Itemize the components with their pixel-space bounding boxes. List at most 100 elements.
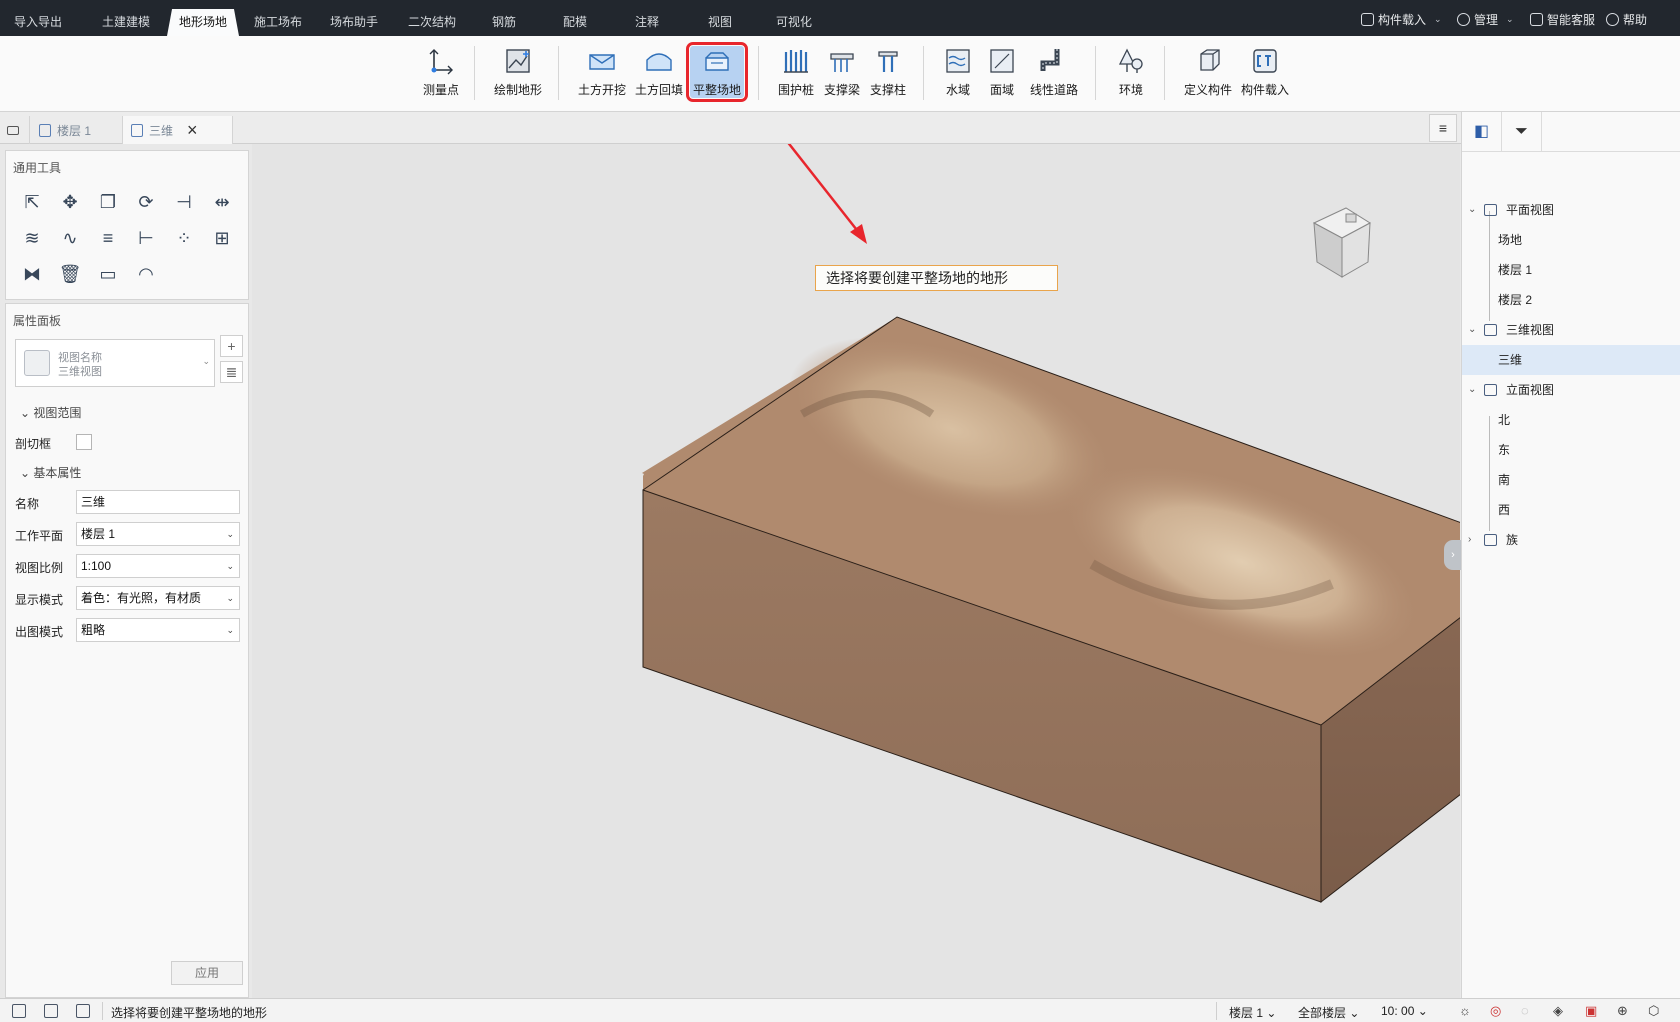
hamburger-menu-icon[interactable]: ≡ xyxy=(1429,114,1457,142)
tree-south[interactable]: 南 xyxy=(1462,465,1680,495)
tree-elevation-views[interactable]: ⌄ 立面视图 xyxy=(1462,375,1680,405)
workplane-select[interactable]: 楼层 1 ⌄ xyxy=(76,522,240,546)
display-mode-select[interactable]: 着色：有光照，有材质 ⌄ xyxy=(76,586,240,610)
view-cube-house-icon[interactable] xyxy=(1312,207,1371,278)
copy-icon[interactable]: ❐ xyxy=(96,190,120,214)
ruler-icon[interactable]: ▭ xyxy=(96,262,120,286)
render-icon[interactable]: ◈ xyxy=(1553,1003,1563,1019)
linear-road-button[interactable]: 线性道路 xyxy=(1027,46,1081,98)
tab-terrain-site[interactable]: 地形场地 xyxy=(167,9,239,36)
align-icon[interactable]: ⊣ xyxy=(172,190,196,214)
select-icon[interactable]: ⇱ xyxy=(20,190,44,214)
draw-terrain-icon xyxy=(506,49,530,73)
section-box-checkbox[interactable] xyxy=(76,434,92,450)
tree-east[interactable]: 东 xyxy=(1462,435,1680,465)
surface-area-button[interactable]: 面域 xyxy=(975,46,1029,98)
time-selector[interactable]: 10: 00 ⌄ xyxy=(1381,1004,1428,1018)
floor-selector[interactable]: 楼层 1 ⌄ xyxy=(1229,1004,1276,1021)
apply-button[interactable]: 应用 xyxy=(171,961,243,985)
protractor-icon[interactable]: ◠ xyxy=(134,262,158,286)
view-type-selector[interactable]: 视图名称 三维视图 ⌄ xyxy=(15,339,215,387)
light-bulb-icon[interactable]: ◌ xyxy=(1521,1003,1529,1018)
tree-floor-1[interactable]: 楼层 1 xyxy=(1462,255,1680,285)
level-site-button[interactable]: 平整场地 xyxy=(686,42,748,102)
elevation-view-icon xyxy=(1484,384,1497,396)
all-floors-selector[interactable]: 全部楼层 ⌄ xyxy=(1298,1004,1359,1021)
group-icon[interactable]: ⊞ xyxy=(210,226,234,250)
shadow-icon[interactable]: ◎ xyxy=(1490,1003,1501,1019)
trim-icon[interactable]: ⊢ xyxy=(134,226,158,250)
measure-point-button[interactable]: 测量点 xyxy=(414,46,468,98)
tab-layout-assistant[interactable]: 场布助手 xyxy=(318,9,390,36)
tab-floor-1[interactable]: 楼层 1 xyxy=(31,116,123,144)
tab-annotation[interactable]: 注释 xyxy=(617,9,677,36)
zoom-icon[interactable]: ⊕ xyxy=(1617,1003,1628,1019)
tree-family[interactable]: › 族 xyxy=(1462,525,1680,555)
load-component-menu[interactable]: 构件载入 ⌄ xyxy=(1361,10,1442,28)
chevron-down-icon: ⌄ xyxy=(1434,13,1442,24)
property-panel-title: 属性面板 xyxy=(13,314,62,328)
tab-site-layout[interactable]: 施工场布 xyxy=(244,9,312,36)
section-icon[interactable]: ▣ xyxy=(1585,1003,1597,1019)
manage-menu[interactable]: 管理 ⌄ xyxy=(1457,10,1514,28)
backfill-button[interactable]: 土方回填 xyxy=(632,46,686,98)
load-component-button[interactable]: 构件载入 xyxy=(1238,46,1292,98)
draw-terrain-button[interactable]: 绘制地形 xyxy=(491,46,545,98)
name-field[interactable]: 三维 xyxy=(76,490,240,514)
basic-properties-group[interactable]: ⌄ 基本属性 xyxy=(6,459,248,487)
tab-view[interactable]: 视图 xyxy=(690,9,750,36)
cube-view-icon[interactable]: ⬡ xyxy=(1648,1003,1659,1019)
document-tabs: 楼层 1 三维 × xyxy=(0,112,1466,144)
rotate-icon[interactable]: ⟳ xyxy=(134,190,158,214)
output-mode-select[interactable]: 粗略 ⌄ xyxy=(76,618,240,642)
tab-secondary-structure[interactable]: 二次结构 xyxy=(396,9,468,36)
grid-view-icon[interactable] xyxy=(12,1004,26,1018)
tree-site[interactable]: 场地 xyxy=(1462,225,1680,255)
offset-icon[interactable]: ≋ xyxy=(20,226,44,250)
tree-west[interactable]: 西 xyxy=(1462,495,1680,525)
sun-icon[interactable]: ☼ xyxy=(1459,1003,1471,1018)
tree-floor-2[interactable]: 楼层 2 xyxy=(1462,285,1680,315)
chevron-down-icon: ⌄ xyxy=(1468,384,1477,395)
excavation-button[interactable]: 土方开挖 xyxy=(575,46,629,98)
section-box-row: 剖切框 xyxy=(6,427,248,459)
panel-layout-icon[interactable]: ◧ xyxy=(1462,112,1502,152)
array-icon[interactable]: ⁘ xyxy=(172,226,196,250)
filter-icon[interactable]: ⏷ xyxy=(1502,112,1542,152)
level-site-icon xyxy=(705,52,729,71)
list-icon[interactable]: ≣ xyxy=(220,361,243,383)
view-range-group[interactable]: ⌄ 视图范围 xyxy=(6,399,248,427)
add-icon[interactable]: + xyxy=(220,335,243,357)
chat-icon xyxy=(1530,12,1543,26)
multi-view-icon[interactable] xyxy=(76,1004,90,1018)
environment-button[interactable]: 环境 xyxy=(1104,46,1158,98)
close-icon[interactable]: × xyxy=(187,120,198,141)
app-window: 导入导出 土建建模 地形场地 施工场布 场布助手 二次结构 钢筋 配模 注释 视… xyxy=(0,0,1680,1022)
tile-view-icon[interactable] xyxy=(44,1004,58,1018)
help-button[interactable]: 帮助 xyxy=(1606,10,1647,28)
tab-formwork[interactable]: 配模 xyxy=(545,9,605,36)
tab-3d-view[interactable]: 三维 × xyxy=(123,116,233,144)
tab-import-export[interactable]: 导入导出 xyxy=(4,9,72,36)
support-column-button[interactable]: 支撑柱 xyxy=(861,46,915,98)
menu-bar: 导入导出 土建建模 地形场地 施工场布 场布助手 二次结构 钢筋 配模 注释 视… xyxy=(0,0,1680,36)
delete-icon[interactable]: 🗑 xyxy=(58,262,82,286)
move-icon[interactable]: ✥ xyxy=(58,190,82,214)
mirror-icon[interactable]: ⧓ xyxy=(20,262,44,286)
extend-icon[interactable]: ≡ xyxy=(96,226,120,250)
3d-view-icon xyxy=(1484,324,1497,336)
new-window-icon[interactable] xyxy=(0,116,30,144)
tree-3d-view-item[interactable]: 三维 xyxy=(1462,345,1680,375)
split-icon[interactable]: ⇹ xyxy=(210,190,234,214)
define-component-button[interactable]: 定义构件 xyxy=(1181,46,1235,98)
tab-rebar[interactable]: 钢筋 xyxy=(474,9,534,36)
tree-north[interactable]: 北 xyxy=(1462,405,1680,435)
chevron-right-icon[interactable]: › xyxy=(1444,540,1462,570)
tab-civil-modeling[interactable]: 土建建模 xyxy=(92,9,160,36)
scale-select[interactable]: 1:100 ⌄ xyxy=(76,554,240,578)
tree-plan-views[interactable]: ⌄ 平面视图 xyxy=(1462,195,1680,225)
tree-3d-views[interactable]: ⌄ 三维视图 xyxy=(1462,315,1680,345)
tab-visualization[interactable]: 可视化 xyxy=(760,9,828,36)
smart-service-button[interactable]: 智能客服 xyxy=(1530,10,1595,28)
stretch-icon[interactable]: ∿ xyxy=(58,226,82,250)
